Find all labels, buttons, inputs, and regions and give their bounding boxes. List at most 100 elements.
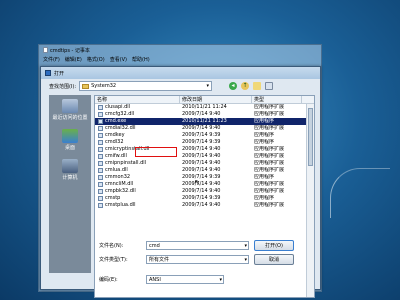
file-date: 2009/7/14 9:40 [182, 202, 221, 208]
file-type: 应用程序扩展 [254, 188, 285, 194]
dialog-title: 打开 [54, 70, 65, 77]
file-icon [98, 161, 103, 166]
file-name-cell: cmstp [95, 195, 180, 202]
file-type: 应用程序 [254, 174, 275, 180]
file-type: 应用程序扩展 [254, 160, 285, 166]
file-row[interactable]: cmipnpinstall.dll 2009/7/14 9:40 应用程序扩展 [95, 160, 314, 167]
chevron-down-icon[interactable]: ▾ [244, 256, 247, 264]
file-name-cell: cmstplua.dll [95, 202, 180, 209]
file-name-cell: cmlua.dll [95, 167, 180, 174]
file-name: cmstp [105, 195, 121, 201]
filetype-value: 所有文件 [149, 257, 170, 263]
file-row[interactable]: cmifw.dll 2009/7/14 9:40 应用程序扩展 [95, 153, 314, 160]
dialog-titlebar: 打开 [41, 67, 320, 79]
file-name: cmstplua.dll [105, 202, 136, 208]
file-name-cell: cmpbk32.dll [95, 188, 180, 195]
menu-help[interactable]: 帮助(H) [132, 56, 150, 63]
file-icon [98, 182, 103, 187]
open-dialog: 打开 查找范围(I): System32 ▾ ◂ ↑ 最近访问的位置 桌面 计算… [40, 66, 321, 298]
file-date: 2009/7/14 9:40 [182, 167, 221, 173]
file-list: 名称 修改日期 类型 clusapi.dll 2010/11/21 11:24 应用… [94, 95, 315, 298]
file-name: cmifw.dll [105, 153, 127, 159]
file-name: clusapi.dll [105, 104, 131, 110]
file-name: cmmon32 [105, 174, 131, 180]
file-date: 2010/11/21 11:24 [182, 104, 227, 110]
scrollbar-thumb[interactable] [308, 108, 313, 166]
back-icon[interactable]: ◂ [229, 82, 238, 90]
file-row[interactable]: cmmon32 2009/7/14 9:39 应用程序 [95, 174, 314, 181]
file-type: 应用程序扩展 [254, 167, 285, 173]
file-type: 应用程序扩展 [254, 181, 285, 187]
column-name[interactable]: 名称 [95, 96, 180, 103]
place-recent[interactable]: 最近访问的位置 [52, 99, 88, 121]
computer-icon [62, 159, 78, 173]
file-name: cmpbk32.dll [105, 188, 136, 194]
column-type[interactable]: 类型 [252, 96, 302, 103]
filetype-select[interactable]: 所有文件 ▾ [146, 255, 249, 264]
file-row[interactable]: cmncliM.dll 2009/7/14 9:40 应用程序扩展 [95, 181, 314, 188]
menu-format[interactable]: 格式(O) [87, 56, 105, 63]
file-name-cell: cmd.exe [95, 118, 180, 125]
file-row[interactable]: clusapi.dll 2010/11/21 11:24 应用程序扩展 [95, 104, 314, 111]
file-date: 2009/7/14 9:40 [182, 188, 221, 194]
menu-edit[interactable]: 编辑(E) [65, 56, 82, 63]
list-scrollbar[interactable] [306, 104, 314, 297]
file-icon [98, 119, 103, 124]
file-rows: clusapi.dll 2010/11/21 11:24 应用程序扩展 cmcfg32… [95, 104, 314, 209]
filename-input[interactable]: cmd ▾ [146, 241, 249, 250]
file-name-cell: cmcfg32.dll [95, 111, 180, 118]
file-type: 应用程序扩展 [254, 146, 285, 152]
file-name: cmdial32.dll [105, 125, 136, 131]
up-folder-icon[interactable]: ↑ [241, 82, 250, 90]
file-row[interactable]: cmpbk32.dll 2009/7/14 9:40 应用程序扩展 [95, 188, 314, 195]
file-row[interactable]: cmdial32.dll 2009/7/14 9:40 应用程序扩展 [95, 125, 314, 132]
file-type: 应用程序扩展 [254, 104, 285, 110]
file-row[interactable]: cmicryptinstall.dll 2009/7/14 9:40 应用程序扩展 [95, 146, 314, 153]
open-button[interactable]: 打开(O) [254, 240, 294, 251]
desktop-swoosh [330, 168, 390, 218]
file-type: 应用程序扩展 [254, 125, 285, 131]
mouse-cursor-icon: ↖ [194, 178, 201, 187]
nav-buttons: ◂ ↑ [229, 82, 274, 90]
chevron-down-icon[interactable]: ▾ [207, 83, 210, 89]
chevron-down-icon[interactable]: ▾ [244, 242, 247, 250]
encoding-select[interactable]: ANSI ▾ [146, 275, 224, 284]
file-type: 应用程序 [254, 118, 275, 124]
file-name: cmipnpinstall.dll [105, 160, 147, 166]
file-row[interactable]: cmlua.dll 2009/7/14 9:40 应用程序扩展 [95, 167, 314, 174]
list-header: 名称 修改日期 类型 [95, 96, 314, 104]
place-label: 最近访问的位置 [52, 115, 88, 121]
cancel-button[interactable]: 取消 [254, 254, 294, 265]
look-in-row: 查找范围(I): System32 ▾ ◂ ↑ [49, 81, 274, 91]
folder-icon [82, 83, 90, 89]
file-icon [98, 175, 103, 180]
new-folder-icon[interactable] [253, 82, 262, 90]
file-row[interactable]: cmdkey 2009/7/14 9:39 应用程序 [95, 132, 314, 139]
filename-label: 文件名(N): [99, 243, 124, 249]
file-date: 2009/7/14 9:39 [182, 174, 221, 180]
file-row[interactable]: cmd.exe 2010/11/21 11:23 应用程序 [95, 118, 314, 125]
file-icon [98, 147, 103, 152]
file-type: 应用程序 [254, 132, 275, 138]
place-label: 桌面 [64, 145, 75, 151]
file-date: 2009/7/14 9:39 [182, 139, 221, 145]
file-type: 应用程序扩展 [254, 202, 285, 208]
column-date[interactable]: 修改日期 [180, 96, 252, 103]
chevron-down-icon[interactable]: ▾ [219, 276, 222, 284]
file-row[interactable]: cmdl32 2009/7/14 9:39 应用程序 [95, 139, 314, 146]
menu-file[interactable]: 文件(F) [43, 56, 60, 63]
file-row[interactable]: cmstplua.dll 2009/7/14 9:40 应用程序扩展 [95, 202, 314, 209]
encoding-label: 编码(E): [99, 277, 118, 283]
place-desktop[interactable]: 桌面 [62, 129, 78, 151]
file-icon [98, 140, 103, 145]
look-in-combobox[interactable]: System32 ▾ [79, 81, 213, 91]
file-icon [98, 196, 103, 201]
menu-view[interactable]: 查看(V) [110, 56, 127, 63]
view-menu-icon[interactable] [265, 82, 274, 90]
place-computer[interactable]: 计算机 [62, 159, 78, 181]
file-date: 2009/7/14 9:40 [182, 153, 221, 159]
file-date: 2009/7/14 9:40 [182, 146, 221, 152]
file-date: 2009/7/14 9:40 [182, 125, 221, 131]
file-row[interactable]: cmstp 2009/7/14 9:39 应用程序 [95, 195, 314, 202]
file-row[interactable]: cmcfg32.dll 2009/7/14 9:40 应用程序扩展 [95, 111, 314, 118]
